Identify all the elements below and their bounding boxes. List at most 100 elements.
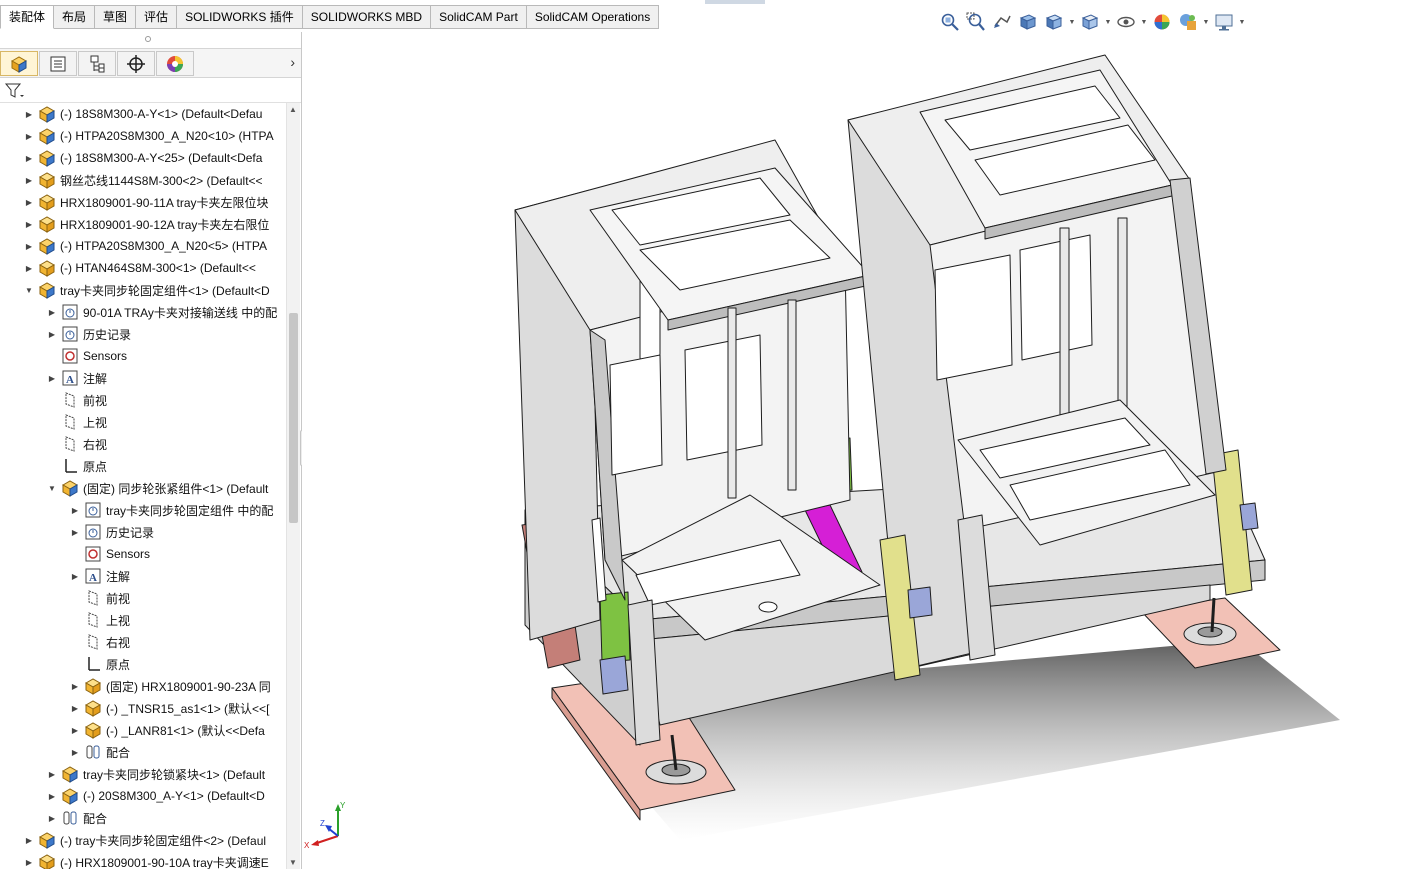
previous-view-icon[interactable] bbox=[990, 11, 1014, 33]
expand-right-icon[interactable]: ▶ bbox=[70, 675, 80, 697]
tree-item-label: (-) _LANR81<1> (默认<<Defa bbox=[106, 723, 265, 738]
chevron-down-icon[interactable]: ▼ bbox=[1068, 11, 1076, 33]
tree-item[interactable]: ▶ (-) HTAN464S8M-300<1> (Default<< bbox=[0, 257, 286, 279]
tree-item[interactable]: ▶ A 注解 bbox=[0, 367, 286, 389]
expand-right-icon[interactable]: ▶ bbox=[47, 807, 57, 829]
tree-item[interactable]: ▶ 配合 bbox=[0, 741, 286, 763]
tree-item[interactable]: 前视 bbox=[0, 587, 286, 609]
expand-right-icon[interactable]: ▶ bbox=[24, 257, 34, 279]
expand-right-icon[interactable]: ▶ bbox=[24, 235, 34, 257]
tree-item[interactable]: ▼ (固定) 同步轮张紧组件<1> (Default bbox=[0, 477, 286, 499]
tree-item[interactable]: ▼ tray卡夹同步轮固定组件<1> (Default<D bbox=[0, 279, 286, 301]
expand-right-icon[interactable]: ▶ bbox=[24, 851, 34, 869]
panel-splitter-handle[interactable] bbox=[145, 36, 151, 42]
expand-down-icon[interactable]: ▼ bbox=[47, 477, 57, 499]
expand-right-icon[interactable]: ▶ bbox=[24, 103, 34, 125]
expand-right-icon[interactable]: ▶ bbox=[24, 169, 34, 191]
command-tab-7[interactable]: SolidCAM Operations bbox=[526, 5, 660, 29]
tree-item[interactable]: ▶ 历史记录 bbox=[0, 521, 286, 543]
command-tab-2[interactable]: 草图 bbox=[95, 5, 137, 29]
tree-item[interactable]: ▶ A 注解 bbox=[0, 565, 286, 587]
command-tab-6[interactable]: SolidCAM Part bbox=[431, 5, 527, 29]
expand-right-icon[interactable]: ▶ bbox=[70, 565, 80, 587]
expand-right-icon[interactable]: ▶ bbox=[70, 521, 80, 543]
expand-right-icon[interactable]: ▶ bbox=[24, 147, 34, 169]
tree-filter-row bbox=[0, 79, 301, 103]
tree-item[interactable]: ▶ tray卡夹同步轮锁紧块<1> (Default bbox=[0, 763, 286, 785]
feature-tree-scrollbar[interactable]: ▲ ▼ bbox=[286, 103, 300, 869]
scroll-down-icon[interactable]: ▼ bbox=[289, 858, 297, 867]
zoom-to-area-icon[interactable] bbox=[964, 11, 988, 33]
scroll-up-icon[interactable]: ▲ bbox=[289, 105, 297, 114]
expand-right-icon[interactable]: ▶ bbox=[47, 323, 57, 345]
tree-item[interactable]: Sensors bbox=[0, 345, 286, 367]
chevron-right-icon[interactable]: › bbox=[290, 54, 295, 70]
scrollbar-thumb[interactable] bbox=[289, 313, 298, 523]
command-tab-1[interactable]: 布局 bbox=[54, 5, 96, 29]
tree-item[interactable]: 前视 bbox=[0, 389, 286, 411]
apply-scene-icon[interactable] bbox=[1176, 11, 1200, 33]
tree-item[interactable]: Sensors bbox=[0, 543, 286, 565]
tree-item[interactable]: ▶ HRX1809001-90-11A tray卡夹左限位块 bbox=[0, 191, 286, 213]
tree-item[interactable]: 右视 bbox=[0, 433, 286, 455]
expand-right-icon[interactable]: ▶ bbox=[47, 367, 57, 389]
tree-item-label: (-) HTAN464S8M-300<1> (Default<< bbox=[60, 261, 256, 275]
filter-icon[interactable] bbox=[4, 82, 26, 100]
chevron-down-icon[interactable]: ▼ bbox=[1104, 11, 1112, 33]
tree-item[interactable]: ▶ (-) HTPA20S8M300_A_N20<5> (HTPA bbox=[0, 235, 286, 257]
hide-show-items-icon[interactable] bbox=[1114, 11, 1138, 33]
tree-item[interactable]: ▶ 钢丝芯线1144S8M-300<2> (Default<< bbox=[0, 169, 286, 191]
expand-right-icon[interactable]: ▶ bbox=[70, 741, 80, 763]
tree-item[interactable]: ▶ (-) _LANR81<1> (默认<<Defa bbox=[0, 719, 286, 741]
tree-item[interactable]: ▶ (-) 20S8M300_A-Y<1> (Default<D bbox=[0, 785, 286, 807]
configuration-manager-tab[interactable] bbox=[78, 51, 116, 76]
tree-item[interactable]: 上视 bbox=[0, 609, 286, 631]
chevron-down-icon[interactable]: ▼ bbox=[1238, 11, 1246, 33]
graphics-area-tab-stub[interactable] bbox=[705, 0, 765, 4]
graphics-area[interactable] bbox=[302, 32, 1404, 869]
command-tab-3[interactable]: 评估 bbox=[136, 5, 178, 29]
tree-item[interactable]: ▶ (固定) HRX1809001-90-23A 同 bbox=[0, 675, 286, 697]
view-settings-icon[interactable] bbox=[1212, 11, 1236, 33]
expand-right-icon[interactable]: ▶ bbox=[47, 763, 57, 785]
expand-down-icon[interactable]: ▼ bbox=[24, 279, 34, 301]
tree-item[interactable]: ▶ (-) HRX1809001-90-10A tray卡夹调速E bbox=[0, 851, 286, 869]
chevron-down-icon[interactable]: ▼ bbox=[1202, 11, 1210, 33]
section-view-icon[interactable] bbox=[1016, 11, 1040, 33]
tree-item[interactable]: ▶ HRX1809001-90-12A tray卡夹左右限位 bbox=[0, 213, 286, 235]
tree-item[interactable]: 原点 bbox=[0, 455, 286, 477]
expand-right-icon[interactable]: ▶ bbox=[70, 499, 80, 521]
tree-item[interactable]: ▶ 90-01A TRAy卡夹对接输送线 中的配 bbox=[0, 301, 286, 323]
command-tab-5[interactable]: SOLIDWORKS MBD bbox=[302, 5, 432, 29]
expand-right-icon[interactable]: ▶ bbox=[24, 829, 34, 851]
tree-item[interactable]: ▶ (-) _TNSR15_as1<1> (默认<<[ bbox=[0, 697, 286, 719]
feature-manager-tab[interactable] bbox=[0, 51, 38, 76]
tree-item[interactable]: ▶ 历史记录 bbox=[0, 323, 286, 345]
tree-item[interactable]: ▶ (-) 18S8M300-A-Y<25> (Default<Defa bbox=[0, 147, 286, 169]
zoom-to-fit-icon[interactable] bbox=[938, 11, 962, 33]
tree-item[interactable]: ▶ (-) 18S8M300-A-Y<1> (Default<Defau bbox=[0, 103, 286, 125]
command-tab-4[interactable]: SOLIDWORKS 插件 bbox=[177, 5, 303, 29]
tree-item[interactable]: ▶ 配合 bbox=[0, 807, 286, 829]
expand-right-icon[interactable]: ▶ bbox=[24, 213, 34, 235]
display-manager-tab[interactable] bbox=[156, 51, 194, 76]
command-tab-0[interactable]: 装配体 bbox=[0, 5, 55, 29]
expand-right-icon[interactable]: ▶ bbox=[24, 191, 34, 213]
expand-right-icon[interactable]: ▶ bbox=[70, 719, 80, 741]
tree-item[interactable]: 上视 bbox=[0, 411, 286, 433]
view-orientation-icon[interactable] bbox=[1042, 11, 1066, 33]
dimxpert-manager-tab[interactable] bbox=[117, 51, 155, 76]
expand-right-icon[interactable]: ▶ bbox=[70, 697, 80, 719]
tree-item[interactable]: ▶ (-) HTPA20S8M300_A_N20<10> (HTPA bbox=[0, 125, 286, 147]
display-style-icon[interactable] bbox=[1078, 11, 1102, 33]
tree-item[interactable]: ▶ tray卡夹同步轮固定组件 中的配 bbox=[0, 499, 286, 521]
tree-item[interactable]: ▶ (-) tray卡夹同步轮固定组件<2> (Defaul bbox=[0, 829, 286, 851]
tree-item[interactable]: 右视 bbox=[0, 631, 286, 653]
expand-right-icon[interactable]: ▶ bbox=[47, 301, 57, 323]
expand-right-icon[interactable]: ▶ bbox=[47, 785, 57, 807]
property-manager-tab[interactable] bbox=[39, 51, 77, 76]
expand-right-icon[interactable]: ▶ bbox=[24, 125, 34, 147]
tree-item[interactable]: 原点 bbox=[0, 653, 286, 675]
edit-appearance-icon[interactable] bbox=[1150, 11, 1174, 33]
chevron-down-icon[interactable]: ▼ bbox=[1140, 11, 1148, 33]
